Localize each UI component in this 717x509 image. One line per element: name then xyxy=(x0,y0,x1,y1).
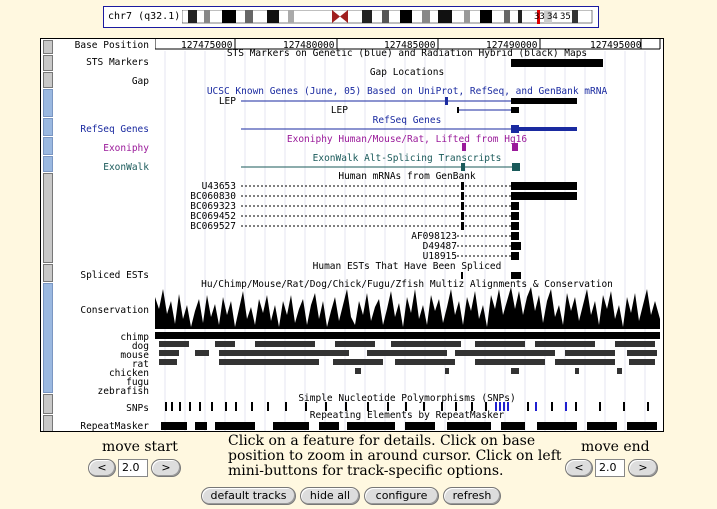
exoniphy-mini-button[interactable] xyxy=(43,137,53,155)
move-start-input[interactable]: 2.0 xyxy=(118,459,148,477)
mrna-name[interactable]: U18915 xyxy=(423,251,457,262)
spliced-ests-mini-button[interactable] xyxy=(43,264,53,282)
sts-mini-button[interactable] xyxy=(43,55,53,71)
sts-track-label: STS Markers xyxy=(86,57,149,68)
band-label: 35 xyxy=(560,12,571,22)
refseq-mini-button[interactable] xyxy=(43,118,53,136)
mrna-mini-button[interactable] xyxy=(43,173,53,263)
genome-browser-image[interactable]: Base Position STS Markers Gap RefSeq Gen… xyxy=(40,38,664,432)
ruler-label: Base Position xyxy=(74,40,149,51)
chromosome-ideogram[interactable]: chr7 (q32.1) 33 34 35 xyxy=(103,6,599,28)
hide-all-button[interactable]: hide all xyxy=(300,487,360,505)
exonwalk-mini-button[interactable] xyxy=(43,156,53,172)
gap-track-title: Gap Locations xyxy=(369,67,445,78)
exonwalk-track-title: ExonWalk Alt-Splicing Transcripts xyxy=(312,153,502,164)
band-label: 34 xyxy=(547,12,558,22)
spliced-ests-track-title: Human ESTs That Have Been Spliced xyxy=(312,261,502,272)
refresh-button[interactable]: refresh xyxy=(443,487,501,505)
exoniphy-track-title: Exoniphy Human/Mouse/Rat, Lifted from Hg… xyxy=(286,134,528,145)
gap-mini-button[interactable] xyxy=(43,72,53,88)
gene-name[interactable]: LEP xyxy=(331,105,348,116)
configure-button[interactable]: configure xyxy=(364,487,439,505)
move-start-label: move start xyxy=(102,439,178,455)
exonwalk-track-label: ExonWalk xyxy=(103,162,149,173)
move-end-left-button[interactable]: < xyxy=(565,459,593,477)
default-tracks-button[interactable]: default tracks xyxy=(201,487,296,505)
sts-track-title: STS Markers on Genetic (blue) and Radiat… xyxy=(226,48,588,59)
known-genes-mini-button[interactable] xyxy=(43,89,53,117)
exoniphy-track-label: Exoniphy xyxy=(103,143,149,154)
move-end-input[interactable]: 2.0 xyxy=(595,459,625,477)
spliced-ests-track-label: Spliced ESTs xyxy=(80,270,149,281)
ideogram-bands xyxy=(182,10,593,24)
conservation-track-title: Hu/Chimp/Mouse/Rat/Dog/Chick/Fugu/Zfish … xyxy=(201,279,613,290)
repeatmasker-track-title: Repeating Elements by RepeatMasker xyxy=(309,410,505,421)
snps-mini-button[interactable] xyxy=(43,394,53,414)
band-label: 33 xyxy=(534,12,545,22)
help-text: Click on a feature for details. Click on… xyxy=(228,433,562,479)
ruler-mini-button[interactable] xyxy=(43,40,53,54)
snps-track-title: Simple Nucleotide Polymorphisms (SNPs) xyxy=(298,393,516,404)
mrna-name[interactable]: BC069527 xyxy=(190,221,236,232)
refseq-track-title: RefSeq Genes xyxy=(372,115,442,126)
snps-track-label: SNPs xyxy=(126,403,149,414)
move-start-left-button[interactable]: < xyxy=(88,459,116,477)
move-end-right-button[interactable]: > xyxy=(628,459,658,477)
refseq-track-label: RefSeq Genes xyxy=(80,124,149,135)
conservation-mini-button[interactable] xyxy=(43,283,53,393)
conservation-track-label: Conservation xyxy=(80,305,149,316)
move-start-right-button[interactable]: > xyxy=(151,459,181,477)
species-label-zebrafish: zebrafish xyxy=(97,386,149,397)
chromosome-label: chr7 (q32.1) xyxy=(108,11,181,22)
repeatmasker-track-label: RepeatMasker xyxy=(80,421,149,432)
move-end-label: move end xyxy=(581,439,650,455)
gap-track-label: Gap xyxy=(131,76,149,87)
repeatmasker-mini-button[interactable] xyxy=(43,415,53,431)
gene-name[interactable]: LEP xyxy=(219,96,236,107)
